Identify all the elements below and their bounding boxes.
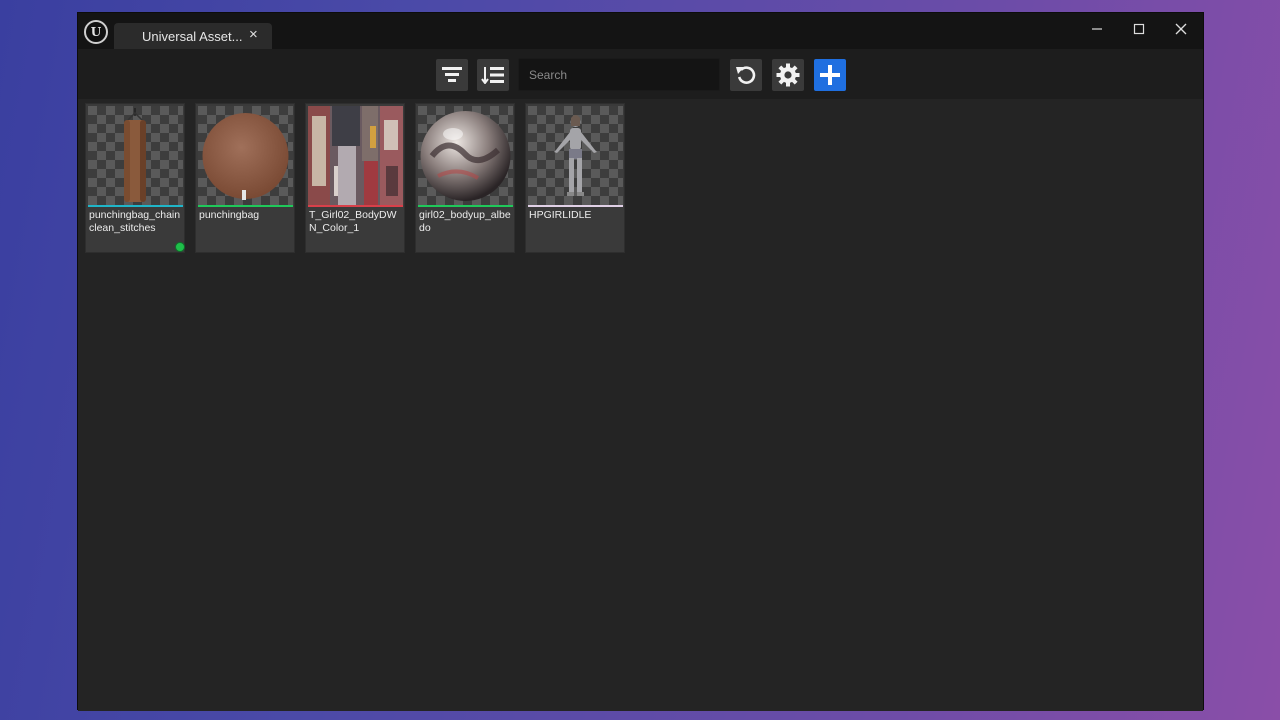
character-model-icon xyxy=(554,115,597,196)
source-control-badge-icon xyxy=(175,242,185,252)
asset-tile[interactable]: punchingbag_chainclean_stitches xyxy=(85,103,185,253)
filter-button[interactable] xyxy=(436,59,468,91)
asset-tile[interactable]: girl02_bodyup_albedo xyxy=(415,103,515,253)
maximize-button[interactable] xyxy=(1119,17,1159,41)
refresh-icon xyxy=(736,66,756,84)
minimize-icon xyxy=(1092,28,1102,30)
asset-type-stripe xyxy=(308,205,403,207)
sort-list-icon xyxy=(481,67,504,84)
asset-type-stripe xyxy=(88,205,183,207)
add-asset-button[interactable] xyxy=(814,59,846,91)
asset-thumbnail xyxy=(528,106,623,205)
tab-close-icon[interactable]: × xyxy=(249,27,258,43)
plus-icon xyxy=(820,65,840,85)
tab-label: Universal Asset... xyxy=(142,29,243,44)
search-input[interactable] xyxy=(518,58,720,91)
asset-name: punchingbag xyxy=(199,209,260,221)
asset-tile[interactable]: HPGIRLIDLE xyxy=(525,103,625,253)
asset-name: girl02_bodyup_albedo xyxy=(419,209,511,234)
asset-thumbnail xyxy=(308,106,403,205)
asset-grid: punchingbag_chainclean_stitches punching… xyxy=(78,99,1203,711)
asset-window: U Universal Asset... × Search punchingba… xyxy=(77,12,1204,711)
material-sphere-icon xyxy=(420,111,511,201)
filter-icon xyxy=(442,67,462,82)
asset-type-stripe xyxy=(418,205,513,207)
asset-type-stripe xyxy=(528,205,623,207)
refresh-button[interactable] xyxy=(730,59,762,91)
asset-thumbnail xyxy=(198,106,293,205)
sort-list-button[interactable] xyxy=(477,59,509,91)
asset-tile[interactable]: punchingbag xyxy=(195,103,295,253)
asset-tile[interactable]: T_Girl02_BodyDWN_Color_1 xyxy=(305,103,405,253)
close-icon xyxy=(1175,23,1187,35)
asset-type-stripe xyxy=(198,205,293,207)
asset-name: T_Girl02_BodyDWN_Color_1 xyxy=(309,209,397,234)
settings-button[interactable] xyxy=(772,59,804,91)
asset-name: punchingbag_chainclean_stitches xyxy=(89,209,181,234)
close-window-button[interactable] xyxy=(1161,17,1201,41)
texture-atlas-icon xyxy=(308,106,403,205)
title-bar[interactable]: U Universal Asset... × xyxy=(78,13,1203,49)
minimize-button[interactable] xyxy=(1077,17,1117,41)
maximize-icon xyxy=(1133,23,1145,35)
leather-disc-icon xyxy=(202,113,289,200)
asset-name: HPGIRLIDLE xyxy=(529,209,592,221)
unreal-logo-icon: U xyxy=(84,20,108,44)
asset-thumbnail xyxy=(418,106,513,205)
punching-bag-icon xyxy=(124,108,146,202)
toolbar xyxy=(78,49,1203,99)
gear-icon xyxy=(776,63,800,87)
tab-universal-asset[interactable]: Universal Asset... × xyxy=(114,23,272,49)
asset-thumbnail xyxy=(88,106,183,205)
